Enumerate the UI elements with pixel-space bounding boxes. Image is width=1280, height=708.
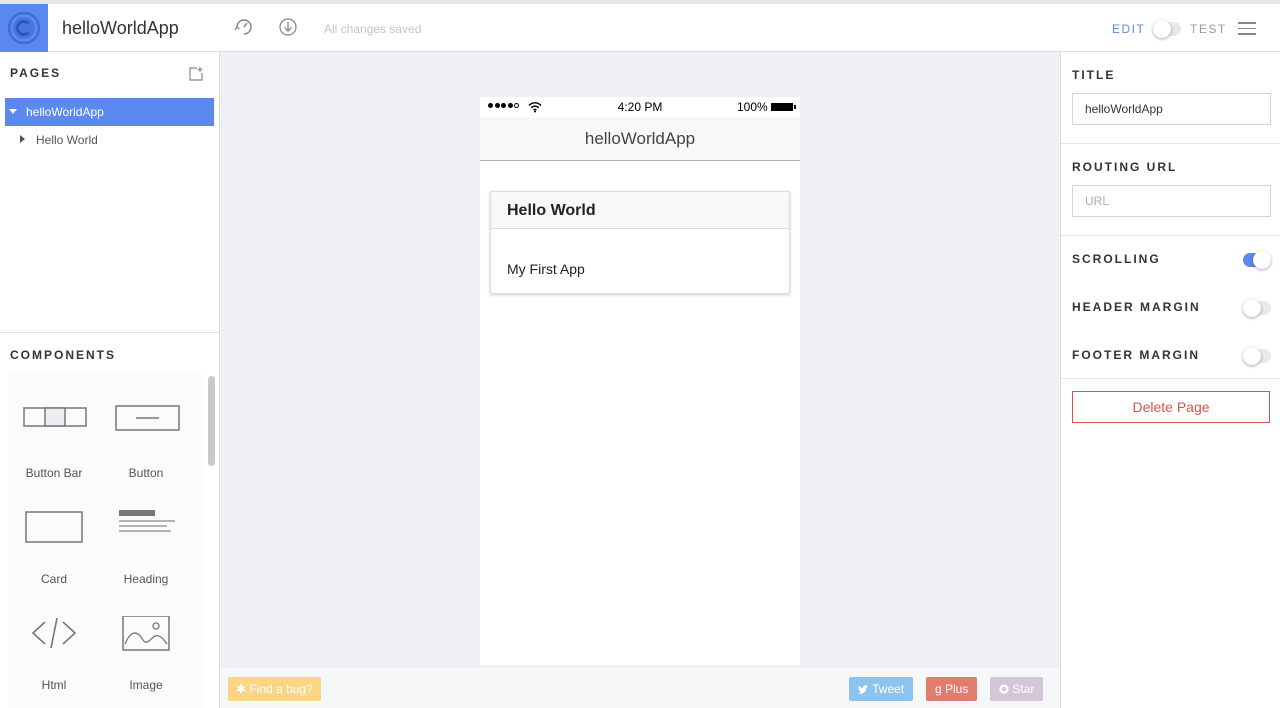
title-input[interactable]	[1072, 93, 1271, 125]
save-status: All changes saved	[324, 22, 422, 36]
pages-heading: PAGES	[10, 66, 62, 80]
download-icon	[279, 18, 297, 36]
tweet-label: Tweet	[872, 682, 905, 696]
download-button[interactable]	[277, 16, 299, 38]
page-item-label: helloWorldApp	[26, 105, 104, 119]
edit-mode-label[interactable]: EDIT	[1112, 4, 1145, 52]
card-title[interactable]: Hello World	[491, 192, 789, 229]
component-html[interactable]: Html	[8, 586, 100, 692]
plus-label: Plus	[945, 682, 969, 696]
github-star-button[interactable]: Star	[990, 677, 1044, 701]
twitter-icon	[858, 685, 869, 694]
title-label: TITLE	[1072, 68, 1116, 82]
battery-percent: 100%	[737, 100, 768, 114]
component-image[interactable]: Image	[100, 586, 192, 692]
bottom-bar: ✱ Find a bug? Tweet g Plus Star	[220, 668, 1060, 708]
component-label: Button	[128, 466, 164, 480]
routing-url-input[interactable]	[1072, 185, 1271, 217]
toggle-knob	[1153, 20, 1171, 38]
design-canvas: 4:20 PM 100% helloWorldApp Hello World M…	[220, 52, 1060, 668]
button-bar-icon	[23, 407, 87, 427]
delete-page-button[interactable]: Delete Page	[1072, 391, 1270, 423]
page-item-hello-world[interactable]: Hello World	[5, 126, 214, 154]
app-title: helloWorldApp	[62, 18, 179, 38]
left-sidebar: PAGES helloWorldApp Hello World COMPONEN…	[0, 52, 220, 708]
components-grid: Button Bar Button Card Heading Html Imag…	[8, 374, 204, 708]
phone-preview[interactable]: 4:20 PM 100% helloWorldApp Hello World M…	[480, 97, 800, 665]
hamburger-menu-icon[interactable]	[1238, 18, 1256, 38]
component-label: Image	[129, 678, 163, 692]
phone-status-bar: 4:20 PM 100%	[480, 97, 800, 117]
toggle-knob	[1253, 251, 1271, 269]
find-bug-button[interactable]: ✱ Find a bug?	[228, 677, 321, 701]
creator-logo-icon	[7, 11, 41, 45]
google-plus-icon: g	[935, 682, 946, 696]
caret-right-icon[interactable]	[20, 135, 25, 143]
component-label: Button Bar	[25, 466, 83, 480]
properties-panel: TITLE ROUTING URL SCROLLING HEADER MARGI…	[1060, 52, 1280, 708]
google-plus-button[interactable]: g Plus	[926, 677, 978, 701]
component-label: Heading	[123, 572, 169, 586]
divider	[0, 332, 219, 333]
scrolling-toggle[interactable]	[1243, 251, 1271, 269]
find-bug-label: Find a bug?	[249, 682, 313, 696]
tweet-button[interactable]: Tweet	[849, 677, 914, 701]
header-margin-toggle[interactable]	[1243, 299, 1271, 317]
test-mode-label[interactable]: TEST	[1190, 4, 1227, 52]
battery-icon	[771, 103, 796, 111]
card-icon	[25, 511, 83, 543]
routing-url-label: ROUTING URL	[1072, 160, 1178, 174]
caret-down-icon[interactable]	[9, 109, 17, 114]
component-label: Card	[40, 572, 67, 586]
gauge-icon	[234, 19, 252, 35]
image-icon	[122, 616, 170, 651]
github-icon	[999, 684, 1009, 694]
header-margin-label: HEADER MARGIN	[1072, 300, 1201, 314]
divider	[1061, 143, 1280, 144]
edit-test-toggle[interactable]	[1153, 20, 1181, 38]
card-body-text[interactable]: My First App	[491, 229, 789, 277]
top-bar: helloWorldApp All changes saved EDIT TES…	[0, 0, 1280, 52]
phone-nav-title[interactable]: helloWorldApp	[480, 117, 800, 161]
component-label: Html	[41, 678, 67, 692]
star-label: Star	[1012, 682, 1035, 696]
toggle-knob	[1243, 347, 1261, 365]
add-page-icon	[189, 67, 203, 81]
preview-icon[interactable]	[233, 16, 255, 38]
components-heading: COMPONENTS	[10, 348, 117, 362]
page-item-label: Hello World	[36, 133, 98, 147]
add-page-button[interactable]	[188, 66, 204, 82]
button-icon	[115, 405, 180, 431]
footer-margin-label: FOOTER MARGIN	[1072, 348, 1200, 362]
component-card[interactable]: Card	[8, 480, 100, 586]
component-button[interactable]: Button	[100, 374, 192, 480]
scrolling-label: SCROLLING	[1072, 252, 1161, 266]
component-button-bar[interactable]: Button Bar	[8, 374, 100, 480]
component-heading[interactable]: Heading	[100, 480, 192, 586]
bug-icon: ✱	[236, 682, 250, 696]
components-scrollbar[interactable]	[208, 376, 215, 466]
card-component[interactable]: Hello World My First App	[490, 191, 790, 294]
code-icon	[31, 617, 77, 649]
divider	[1061, 235, 1280, 236]
toggle-knob	[1243, 299, 1261, 317]
app-logo[interactable]	[0, 4, 48, 52]
page-item-helloworldapp[interactable]: helloWorldApp	[5, 98, 214, 126]
heading-icon	[119, 510, 175, 532]
footer-margin-toggle[interactable]	[1243, 347, 1271, 365]
divider	[1061, 378, 1280, 379]
